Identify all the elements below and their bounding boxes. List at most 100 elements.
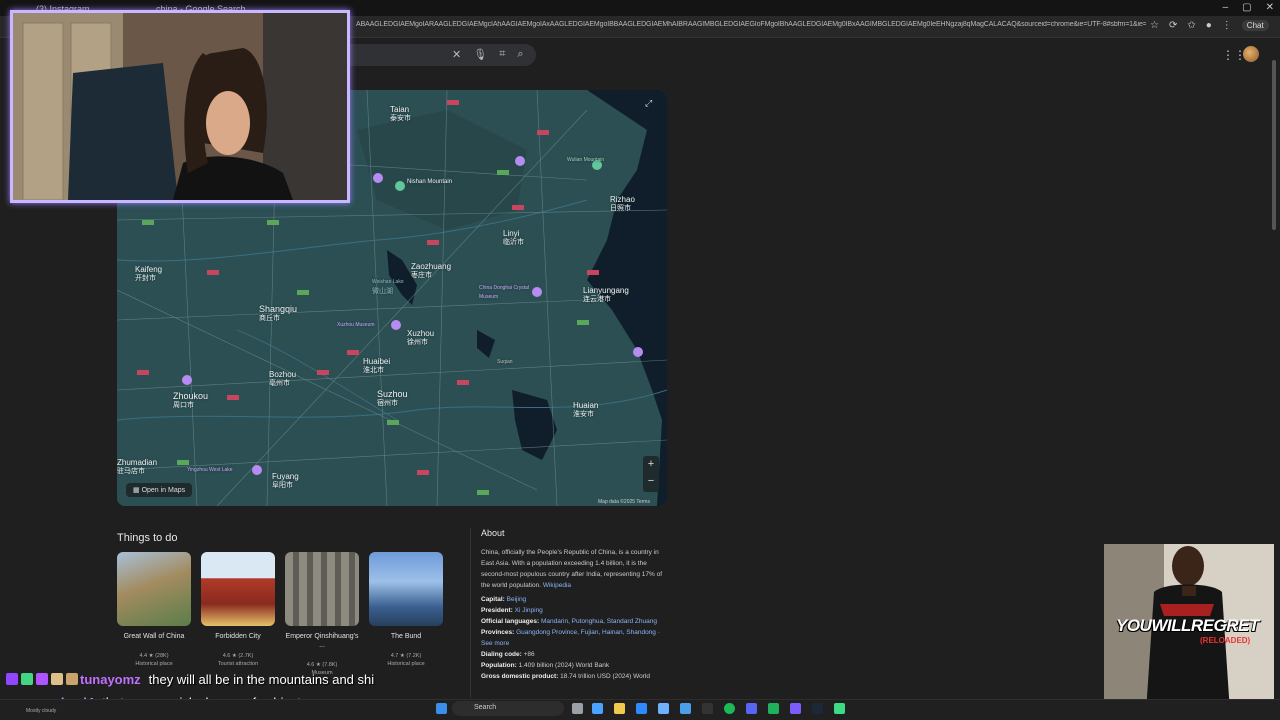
expand-map-icon[interactable]: ⤢ (645, 98, 659, 112)
fact-row: Gross domestic product: 18.74 trillion U… (481, 673, 650, 680)
map-poi-label: Wulian Mountain (567, 157, 605, 163)
webcam-overlay (10, 10, 350, 203)
album-title: YOUWILLREGRET (1116, 616, 1259, 635)
about-heading: About (481, 528, 505, 538)
thing-card[interactable]: The Bund 4.7 ★ (7.2K) Historical place (369, 552, 443, 667)
fact-link[interactable]: Beijing (507, 596, 527, 603)
about-description: China, officially the People's Republic … (481, 549, 663, 589)
store-icon[interactable] (658, 703, 669, 714)
search-icon[interactable]: ⌕ (517, 48, 523, 61)
album-subtitle: (RELOADED) (1200, 636, 1251, 645)
map-icon: ▦ (133, 487, 142, 494)
map-city-label: Lianyungang 连云港市 (583, 286, 629, 303)
taskbar-search-label: Search (474, 704, 497, 711)
thing-kind: Historical place (135, 661, 173, 667)
clear-icon[interactable]: ✕ (452, 48, 461, 61)
browser-toolbar: ☆ ⟳ ✩ ● ⋮ Chat (1150, 20, 1269, 31)
thing-card[interactable]: Great Wall of China 4.4 ★ (28K) Historic… (117, 552, 191, 667)
open-in-maps-button[interactable]: ▦ Open in Maps (126, 483, 193, 497)
thing-name: Forbidden City (215, 633, 261, 640)
copilot-icon[interactable] (592, 703, 603, 714)
map-city-label: Suzhou 宿州市 (377, 389, 408, 408)
map-city-label: Taian 泰安市 (390, 105, 411, 122)
extensions-icon[interactable]: ⟳ (1169, 20, 1177, 31)
gift-icon (66, 673, 78, 685)
fact-link[interactable]: Mandarin, Putonghua, Standard Zhuang (541, 618, 657, 625)
map-attribution: Map data ©2025 Terms (598, 499, 650, 505)
map-city-label: Xuzhou 徐州市 (407, 329, 435, 346)
minimize-icon[interactable]: – (1223, 2, 1229, 13)
windows-start-icon[interactable] (436, 703, 447, 714)
weather-widget[interactable]: Mostly cloudy (26, 708, 56, 714)
thing-image (201, 552, 275, 626)
thing-kind: Historical place (387, 661, 425, 667)
chat-text: they will all be in the mountains and sh… (148, 672, 375, 687)
thing-rating: 4.7 ★ (7.2K) (390, 653, 422, 659)
app-icon[interactable] (834, 703, 845, 714)
about-panel: About China, officially the People's Rep… (481, 528, 671, 682)
chat-button[interactable]: Chat (1241, 20, 1269, 31)
star-icon[interactable]: ☆ (1150, 20, 1159, 31)
chat-message: tunayomz they will all be in the mountain… (80, 672, 374, 687)
fact-link[interactable]: Xi Jinping (515, 607, 543, 614)
profile-icon[interactable]: ● (1206, 20, 1212, 31)
map-city-label: Rizhao 日照市 (610, 195, 635, 212)
url-field[interactable]: ABAAGLEDGIAEMgoIARAAGLEDGIAEMgcIAhAAGIAE… (356, 21, 1146, 28)
bookmarks-icon[interactable]: ✩ (1187, 20, 1195, 31)
zoom-out-button[interactable]: − (643, 473, 659, 490)
wikipedia-link[interactable]: Wikipedia (543, 582, 571, 589)
thing-image (117, 552, 191, 626)
avatar[interactable] (1243, 46, 1259, 62)
steam-icon[interactable] (812, 703, 823, 714)
map-city-label: Huaian 淮安市 (573, 401, 599, 418)
mail-icon[interactable] (680, 703, 691, 714)
map-city-label: Shangqiu 商丘市 (259, 304, 298, 323)
thing-card[interactable]: Forbidden City 4.6 ★ (2.7K) Tourist attr… (201, 552, 275, 667)
map-poi-label: Xuzhou Museum (337, 322, 375, 328)
taskbar-search[interactable]: Search (452, 701, 564, 716)
map-city-label: Zaozhuang 枣庄市 (411, 262, 452, 279)
things-to-do-heading: Things to do (117, 532, 178, 544)
edge-icon[interactable] (636, 703, 647, 714)
zoom-in-button[interactable]: + (643, 456, 659, 473)
map-city-label: Fuyang 阜阳市 (272, 472, 299, 489)
thing-card[interactable]: Emperor Qinshihuang's ... 4.6 ★ (7.8K) M… (285, 552, 359, 676)
twitch-icon (6, 673, 18, 685)
map-city-label: Bozhou 亳州市 (269, 370, 297, 387)
page-scrollbar[interactable] (1272, 60, 1276, 230)
close-icon[interactable]: ✕ (1266, 2, 1274, 13)
bits-icon (51, 673, 63, 685)
task-view-icon[interactable] (572, 703, 583, 714)
fact-row: President: Xi Jinping (481, 607, 543, 614)
discord-icon[interactable] (746, 703, 757, 714)
chat-badges (6, 673, 78, 685)
thing-rating: 4.6 ★ (7.8K) (306, 662, 338, 668)
file-explorer-icon[interactable] (614, 703, 625, 714)
maximize-icon[interactable]: ▢ (1242, 2, 1251, 13)
map-lake-label: Weishan Lake 微山湖 (372, 279, 404, 295)
map-city-label: Linyi 临沂市 (503, 229, 524, 246)
map-zoom-control: + − (643, 456, 659, 492)
map-poi-label: Yingzhou West Lake (187, 467, 233, 473)
fact-row: Official languages: Mandarin, Putonghua,… (481, 618, 657, 625)
fact-row: Dialing code: +86 (481, 651, 535, 658)
camera-icon[interactable]: ⌗ (499, 48, 505, 61)
thing-name: Emperor Qinshihuang's ... (285, 633, 359, 649)
check-icon (21, 673, 33, 685)
map-city-label: Zhumadian 驻马店市 (117, 458, 158, 475)
open-in-maps-label: Open in Maps (141, 487, 186, 494)
thing-kind: Tourist attraction (217, 661, 259, 667)
excel-icon[interactable] (768, 703, 779, 714)
thing-name: The Bund (390, 633, 422, 640)
search-actions: ✕ 🎙 ⌗ ⌕ (452, 48, 524, 61)
fact-row: Provinces: Guangdong Province, Fujian, H… (481, 629, 660, 647)
menu-icon[interactable]: ⋮ (1222, 20, 1232, 31)
spotify-icon[interactable] (724, 703, 735, 714)
map-city-label: Huaibei 淮北市 (363, 357, 391, 374)
app-icon[interactable] (702, 703, 713, 714)
app-icon[interactable] (790, 703, 801, 714)
window-controls: – ▢ ✕ (1223, 2, 1274, 13)
divider (470, 528, 471, 698)
thing-image (369, 552, 443, 626)
microphone-icon[interactable]: 🎙 (473, 48, 487, 61)
